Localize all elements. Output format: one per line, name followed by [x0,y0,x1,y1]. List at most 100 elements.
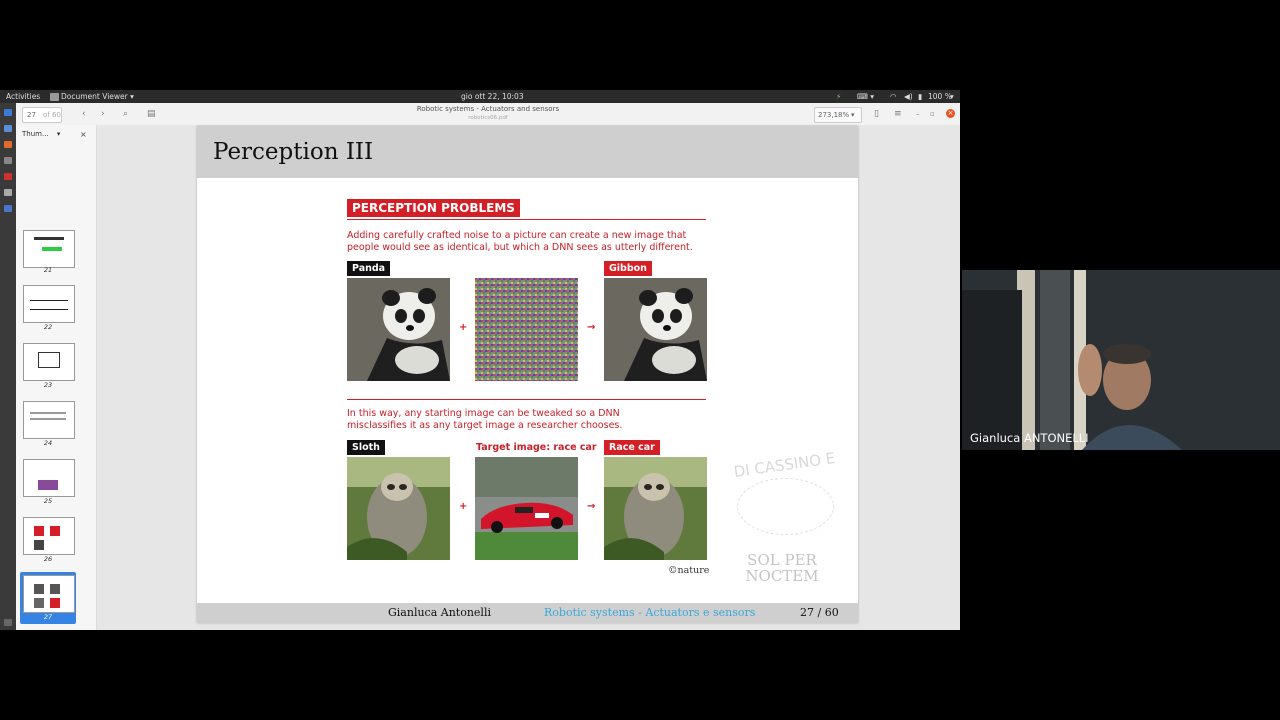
show-applications-icon[interactable] [4,619,12,626]
panda-image [347,278,450,381]
footer-page: 27 / 60 [800,606,839,619]
document-viewer-dock-icon[interactable] [4,189,12,196]
motto-line-1: SOL PER [747,551,817,569]
page-current: 27 [27,111,36,119]
next-page-icon[interactable]: › [101,107,105,121]
webcam-feed-drawing [962,270,1280,450]
close-sidebar-icon[interactable]: × [80,128,87,141]
window-title: Robotic systems - Actuators and sensors … [376,104,600,122]
slide-footer: Gianluca Antonelli Robotic systems - Act… [197,603,858,623]
nature-credit: ©nature [668,565,710,576]
dock [0,103,16,630]
chevron-down-icon: ▾ [56,130,61,138]
middle-line-1: In this way, any starting image can be t… [347,408,620,419]
footer-course: Robotic systems - Actuators e sensors [544,606,756,619]
app-menu-label: Document Viewer [61,92,128,101]
document-filename: robotics06.pdf [468,115,508,121]
plus-sign: + [459,501,468,512]
thumbnail-label: 22 [43,323,53,331]
minimize-icon[interactable]: – [916,107,920,121]
footer-author: Gianluca Antonelli [388,606,491,619]
previous-page-icon[interactable]: ‹ [82,107,86,121]
noise-image [475,278,578,381]
label-sloth: Sloth [347,440,385,455]
app-menu-button[interactable]: Document Viewer ▾ [61,90,134,103]
thumbnail-label-selected: 27 [43,613,53,621]
menu-icon[interactable]: ≡ [894,107,902,121]
clock[interactable]: gio ott 22, 10:03 [461,90,524,103]
label-gibbon: Gibbon [604,261,652,276]
close-window-icon[interactable]: × [946,109,955,118]
sidebar-mode-selector[interactable]: Thum... ▾ [22,128,66,141]
network-indicator-icon[interactable]: ⚡ [836,90,841,103]
adversarial-sloth-image [604,457,707,560]
bookmark-icon[interactable]: ▯ [874,107,879,121]
page-total: of 60 [43,111,61,119]
battery-level: 100 % [928,92,952,101]
slide-header: Perception III [197,126,858,178]
wifi-icon[interactable]: ◠ [890,90,897,103]
section-rule [347,399,706,400]
document-viewer-app-icon [50,93,59,101]
thumbnail-page-23[interactable] [23,343,75,381]
thumbnail-page-21[interactable] [23,230,75,268]
middle-line-2: misclassifies it as any target image a r… [347,420,623,431]
thumbnail-page-27[interactable] [23,575,75,613]
arrow-sign: → [587,322,596,333]
race-car-image [475,457,578,560]
battery-icon[interactable]: ▮ [918,90,922,103]
document-title: Robotic systems - Actuators and sensors [416,105,560,113]
browser-app-icon[interactable] [4,125,12,132]
firefox-app-icon[interactable] [4,141,12,148]
search-icon[interactable]: ⌕ [123,107,128,121]
thumbnail-page-25[interactable] [23,459,75,497]
gibbon-image [604,278,707,381]
thumbnail-sidebar: Thum... ▾ × 21 22 23 24 25 26 27 [16,125,97,630]
files-app-icon[interactable] [4,109,12,116]
gnome-top-bar: Activities Document Viewer ▾ gio ott 22,… [0,90,960,103]
thumbnail-label: 23 [43,381,53,389]
annotations-icon[interactable]: ▤ [147,107,156,121]
activities-button[interactable]: Activities [6,90,40,103]
thumbnail-page-24[interactable] [23,401,75,439]
thumbnail-page-22[interactable] [23,285,75,323]
thumbnail-label: 26 [43,555,53,563]
sidebar-mode-label: Thum... [22,130,49,138]
intro-line-2: people would see as identical, but which… [347,242,693,253]
slide-page: Perception III PERCEPTION PROBLEMS Addin… [197,126,858,623]
label-target: Target image: race car [476,442,597,453]
zoom-value: 273,18% [818,111,850,119]
race-car-drawing [475,457,578,560]
keyboard-indicator-icon[interactable]: ⌨ ▾ [857,90,874,103]
university-motto: SOL PER NOCTEM [727,552,837,584]
thumbnail-page-26[interactable] [23,517,75,555]
sloth-drawing [347,457,450,560]
sloth-image [347,457,450,560]
arrow-sign: → [587,501,596,512]
slide-title: Perception III [213,139,374,165]
thumbnail-label: 24 [43,439,53,447]
university-seal-icon [737,478,834,535]
thumbnail-label: 25 [43,497,53,505]
section-heading: PERCEPTION PROBLEMS [347,199,520,217]
maximize-icon[interactable]: ▫ [930,107,935,121]
app-icon-red[interactable] [4,173,12,180]
webcam-video [962,270,1280,450]
heading-rule [347,219,706,220]
label-race-car: Race car [604,440,660,455]
app-icon-blue[interactable] [4,205,12,212]
document-toolbar: 27 of 60 ‹ › ⌕ ▤ Robotic systems - Actua… [16,103,960,126]
gibbon-panda-drawing [604,278,707,381]
adversarial-sloth-drawing [604,457,707,560]
zoom-selector[interactable]: 273,18% ▾ [814,107,862,123]
volume-icon[interactable]: ◀) [904,90,913,103]
motto-line-2: NOCTEM [745,567,819,585]
panda-drawing [347,278,450,381]
intro-line-1: Adding carefully crafted noise to a pict… [347,230,687,241]
noise-drawing [475,278,578,381]
page-number-field[interactable]: 27 of 60 [22,107,62,123]
terminal-app-icon[interactable] [4,157,12,164]
participant-name: Gianluca ANTONELLI [970,431,1089,445]
chevron-down-icon: ▾ [851,111,855,119]
system-menu-icon[interactable]: ▾ [950,90,954,103]
